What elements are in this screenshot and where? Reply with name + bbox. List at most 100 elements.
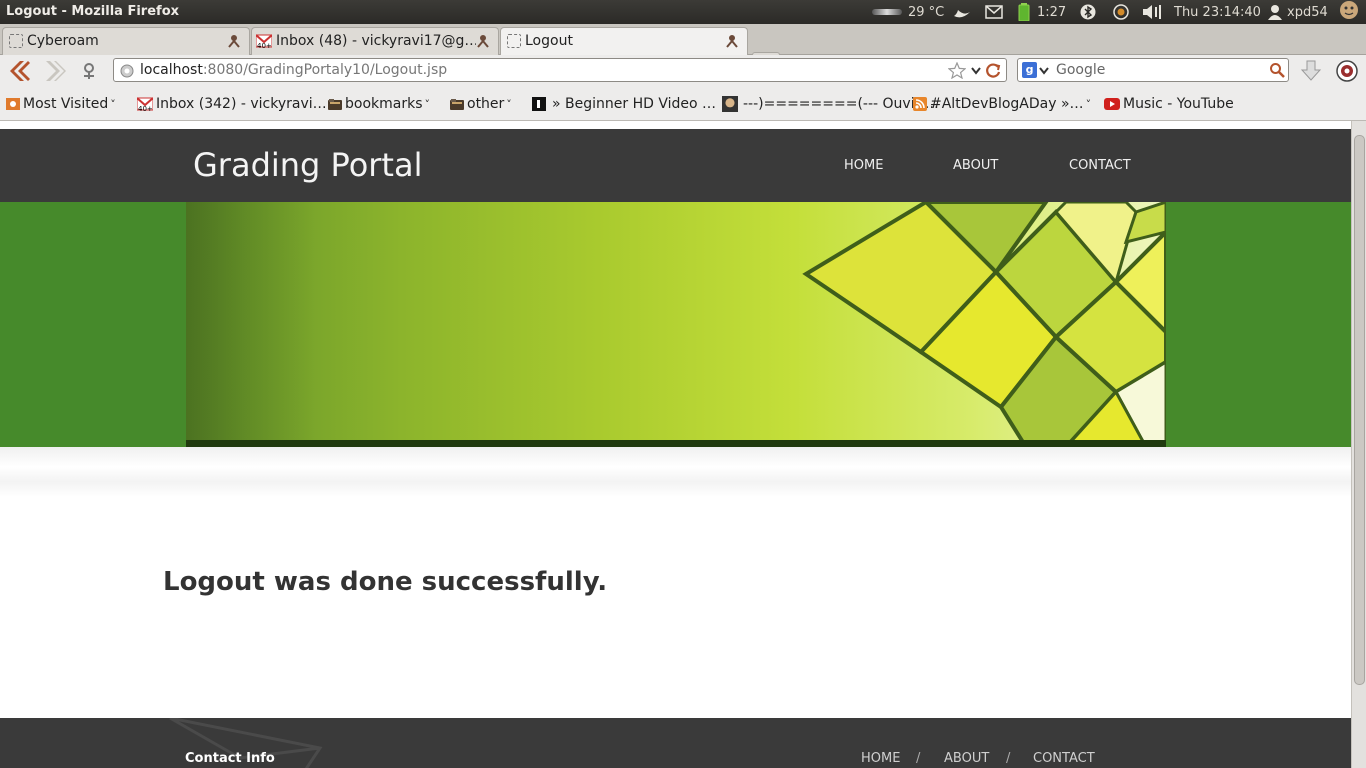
bookmark-label: bookmarks (345, 96, 423, 112)
chevron-down-icon: ˅ (1085, 97, 1092, 111)
footer-link-contact[interactable]: CONTACT (1033, 751, 1095, 766)
url-bar[interactable]: localhost:8080/GradingPortaly10/Logout.j… (113, 58, 1007, 82)
weather-indicator[interactable]: 29 °C (872, 4, 944, 20)
footer-separator: / (1006, 751, 1011, 766)
bookmark-label: other (467, 96, 505, 112)
battery-time: 1:27 (1037, 4, 1067, 20)
url-host: localhost (140, 62, 203, 78)
bookmark-folder-other[interactable]: other ˅ (450, 96, 512, 112)
svg-text:40+: 40+ (257, 42, 272, 49)
bookmark-label: » Beginner HD Video … (552, 96, 717, 112)
bookmarks-toolbar: Most Visited ˅ 40+ Inbox (342) - vickyrav… (0, 88, 1366, 121)
bookmark-folder-bookmarks[interactable]: bookmarks ˅ (328, 96, 430, 112)
banner-image (186, 202, 1166, 447)
clock[interactable]: Thu 23:14:40 (1174, 4, 1261, 20)
reload-icon[interactable] (984, 62, 1002, 80)
url-text: localhost:8080/GradingPortaly10/Logout.j… (140, 62, 447, 78)
user-name: xpd54 (1287, 4, 1328, 20)
search-icon[interactable] (1269, 62, 1285, 78)
close-tab-icon[interactable] (725, 34, 739, 48)
most-visited-icon (6, 98, 20, 110)
nav-about[interactable]: ABOUT (953, 158, 998, 173)
search-input[interactable] (1054, 61, 1254, 79)
scrollbar-thumb[interactable] (1354, 135, 1365, 685)
footer-link-about[interactable]: ABOUT (944, 751, 989, 766)
close-tab-icon[interactable] (476, 34, 490, 48)
battery-icon (1018, 3, 1030, 21)
bookmark-label: Inbox (342) - vickyravi… (156, 96, 327, 112)
site-footer: Contact Info HOME / ABOUT / CONTACT (0, 718, 1351, 768)
tab-label: Cyberoam (27, 33, 99, 49)
blank-page-icon (9, 34, 23, 48)
tab-cyberoam[interactable]: Cyberoam (2, 27, 250, 55)
footer-contact-heading: Contact Info (185, 751, 275, 766)
window-title: Logout - Mozilla Firefox (6, 4, 180, 19)
network-icon[interactable] (1112, 4, 1130, 20)
rss-icon (913, 97, 927, 111)
moon-icon[interactable] (952, 4, 972, 20)
bookmark-ouvir[interactable]: ---)========(--- Ouvir … (722, 96, 939, 112)
footer-separator: / (916, 751, 921, 766)
chevron-down-icon: ˅ (424, 97, 431, 111)
session-icon[interactable] (1338, 1, 1360, 19)
tab-label: Logout (525, 33, 573, 49)
navigation-toolbar: localhost:8080/GradingPortaly10/Logout.j… (0, 55, 1366, 88)
site-header: Grading Portal HOME ABOUT CONTACT (0, 129, 1351, 202)
bookmark-label: #AltDevBlogADay »… (930, 96, 1084, 112)
bookmark-label: ---)========(--- Ouvir … (743, 96, 939, 112)
site-title[interactable]: Grading Portal (193, 146, 422, 184)
nav-contact[interactable]: CONTACT (1069, 158, 1131, 173)
logout-message: Logout was done successfully. (163, 567, 608, 597)
diamond-pattern (802, 202, 1166, 447)
tab-logout[interactable]: Logout (500, 27, 748, 56)
blank-page-icon (507, 34, 521, 48)
bookmark-label: Music - YouTube (1123, 96, 1234, 112)
volume-icon[interactable] (1142, 4, 1162, 20)
bluetooth-icon[interactable] (1080, 4, 1096, 20)
url-path: :8080/GradingPortaly10/Logout.jsp (202, 62, 448, 78)
vertical-scrollbar[interactable] (1351, 121, 1366, 768)
bookmark-music-youtube[interactable]: Music - YouTube (1104, 96, 1234, 112)
web-page: Grading Portal HOME ABOUT CONTACT Logout… (0, 121, 1351, 768)
bookmark-inbox[interactable]: 40+ Inbox (342) - vickyravi… (137, 96, 327, 112)
bookmark-beginner-hd-video[interactable]: » Beginner HD Video … (532, 96, 716, 112)
footer-link-home[interactable]: HOME (861, 751, 900, 766)
history-dropdown-icon[interactable] (970, 66, 982, 76)
search-bar[interactable]: g (1017, 58, 1289, 82)
engine-dropdown-icon[interactable] (1039, 67, 1049, 75)
bookmark-star-icon[interactable] (948, 62, 966, 79)
nav-home[interactable]: HOME (844, 158, 883, 173)
download-icon[interactable] (1300, 59, 1322, 83)
addon-icon[interactable] (1335, 59, 1359, 83)
tab-strip: Cyberoam 40+ Inbox (48) - vickyravi17@g…… (0, 24, 1366, 74)
bookmark-most-visited[interactable]: Most Visited ˅ (6, 96, 116, 112)
page-icon (532, 97, 546, 111)
folder-icon (450, 99, 464, 110)
bookmark-altdevblogaday[interactable]: #AltDevBlogADay »… ˅ (913, 96, 1091, 112)
google-engine-icon[interactable]: g (1022, 62, 1037, 78)
cloud-icon (872, 9, 902, 15)
gmail-icon: 40+ (256, 34, 272, 49)
close-tab-icon[interactable] (227, 34, 241, 48)
tab-inbox[interactable]: 40+ Inbox (48) - vickyravi17@g… (251, 27, 499, 55)
home-icon[interactable] (80, 62, 98, 80)
folder-icon (328, 99, 342, 110)
svg-text:40+: 40+ (138, 105, 153, 112)
battery-indicator[interactable]: 1:27 (1018, 3, 1067, 21)
tab-label: Inbox (48) - vickyravi17@g… (276, 33, 476, 49)
chevron-down-icon: ˅ (110, 97, 116, 111)
mail-icon[interactable] (985, 4, 1003, 20)
user-icon (1268, 5, 1282, 20)
gmail-icon: 40+ (137, 97, 153, 112)
divider-shade (0, 447, 1351, 497)
globe-icon (120, 64, 134, 78)
youtube-icon (1104, 98, 1120, 110)
back-button[interactable] (6, 59, 32, 83)
forward-button[interactable] (42, 59, 68, 83)
chevron-down-icon: ˅ (506, 97, 512, 111)
os-top-panel: Logout - Mozilla Firefox 29 °C 1:27 Thu … (0, 0, 1366, 24)
banner-bottom-bar (186, 440, 1166, 447)
weather-temp: 29 °C (908, 4, 945, 20)
page-icon (722, 96, 738, 112)
user-menu[interactable]: xpd54 (1268, 4, 1328, 20)
